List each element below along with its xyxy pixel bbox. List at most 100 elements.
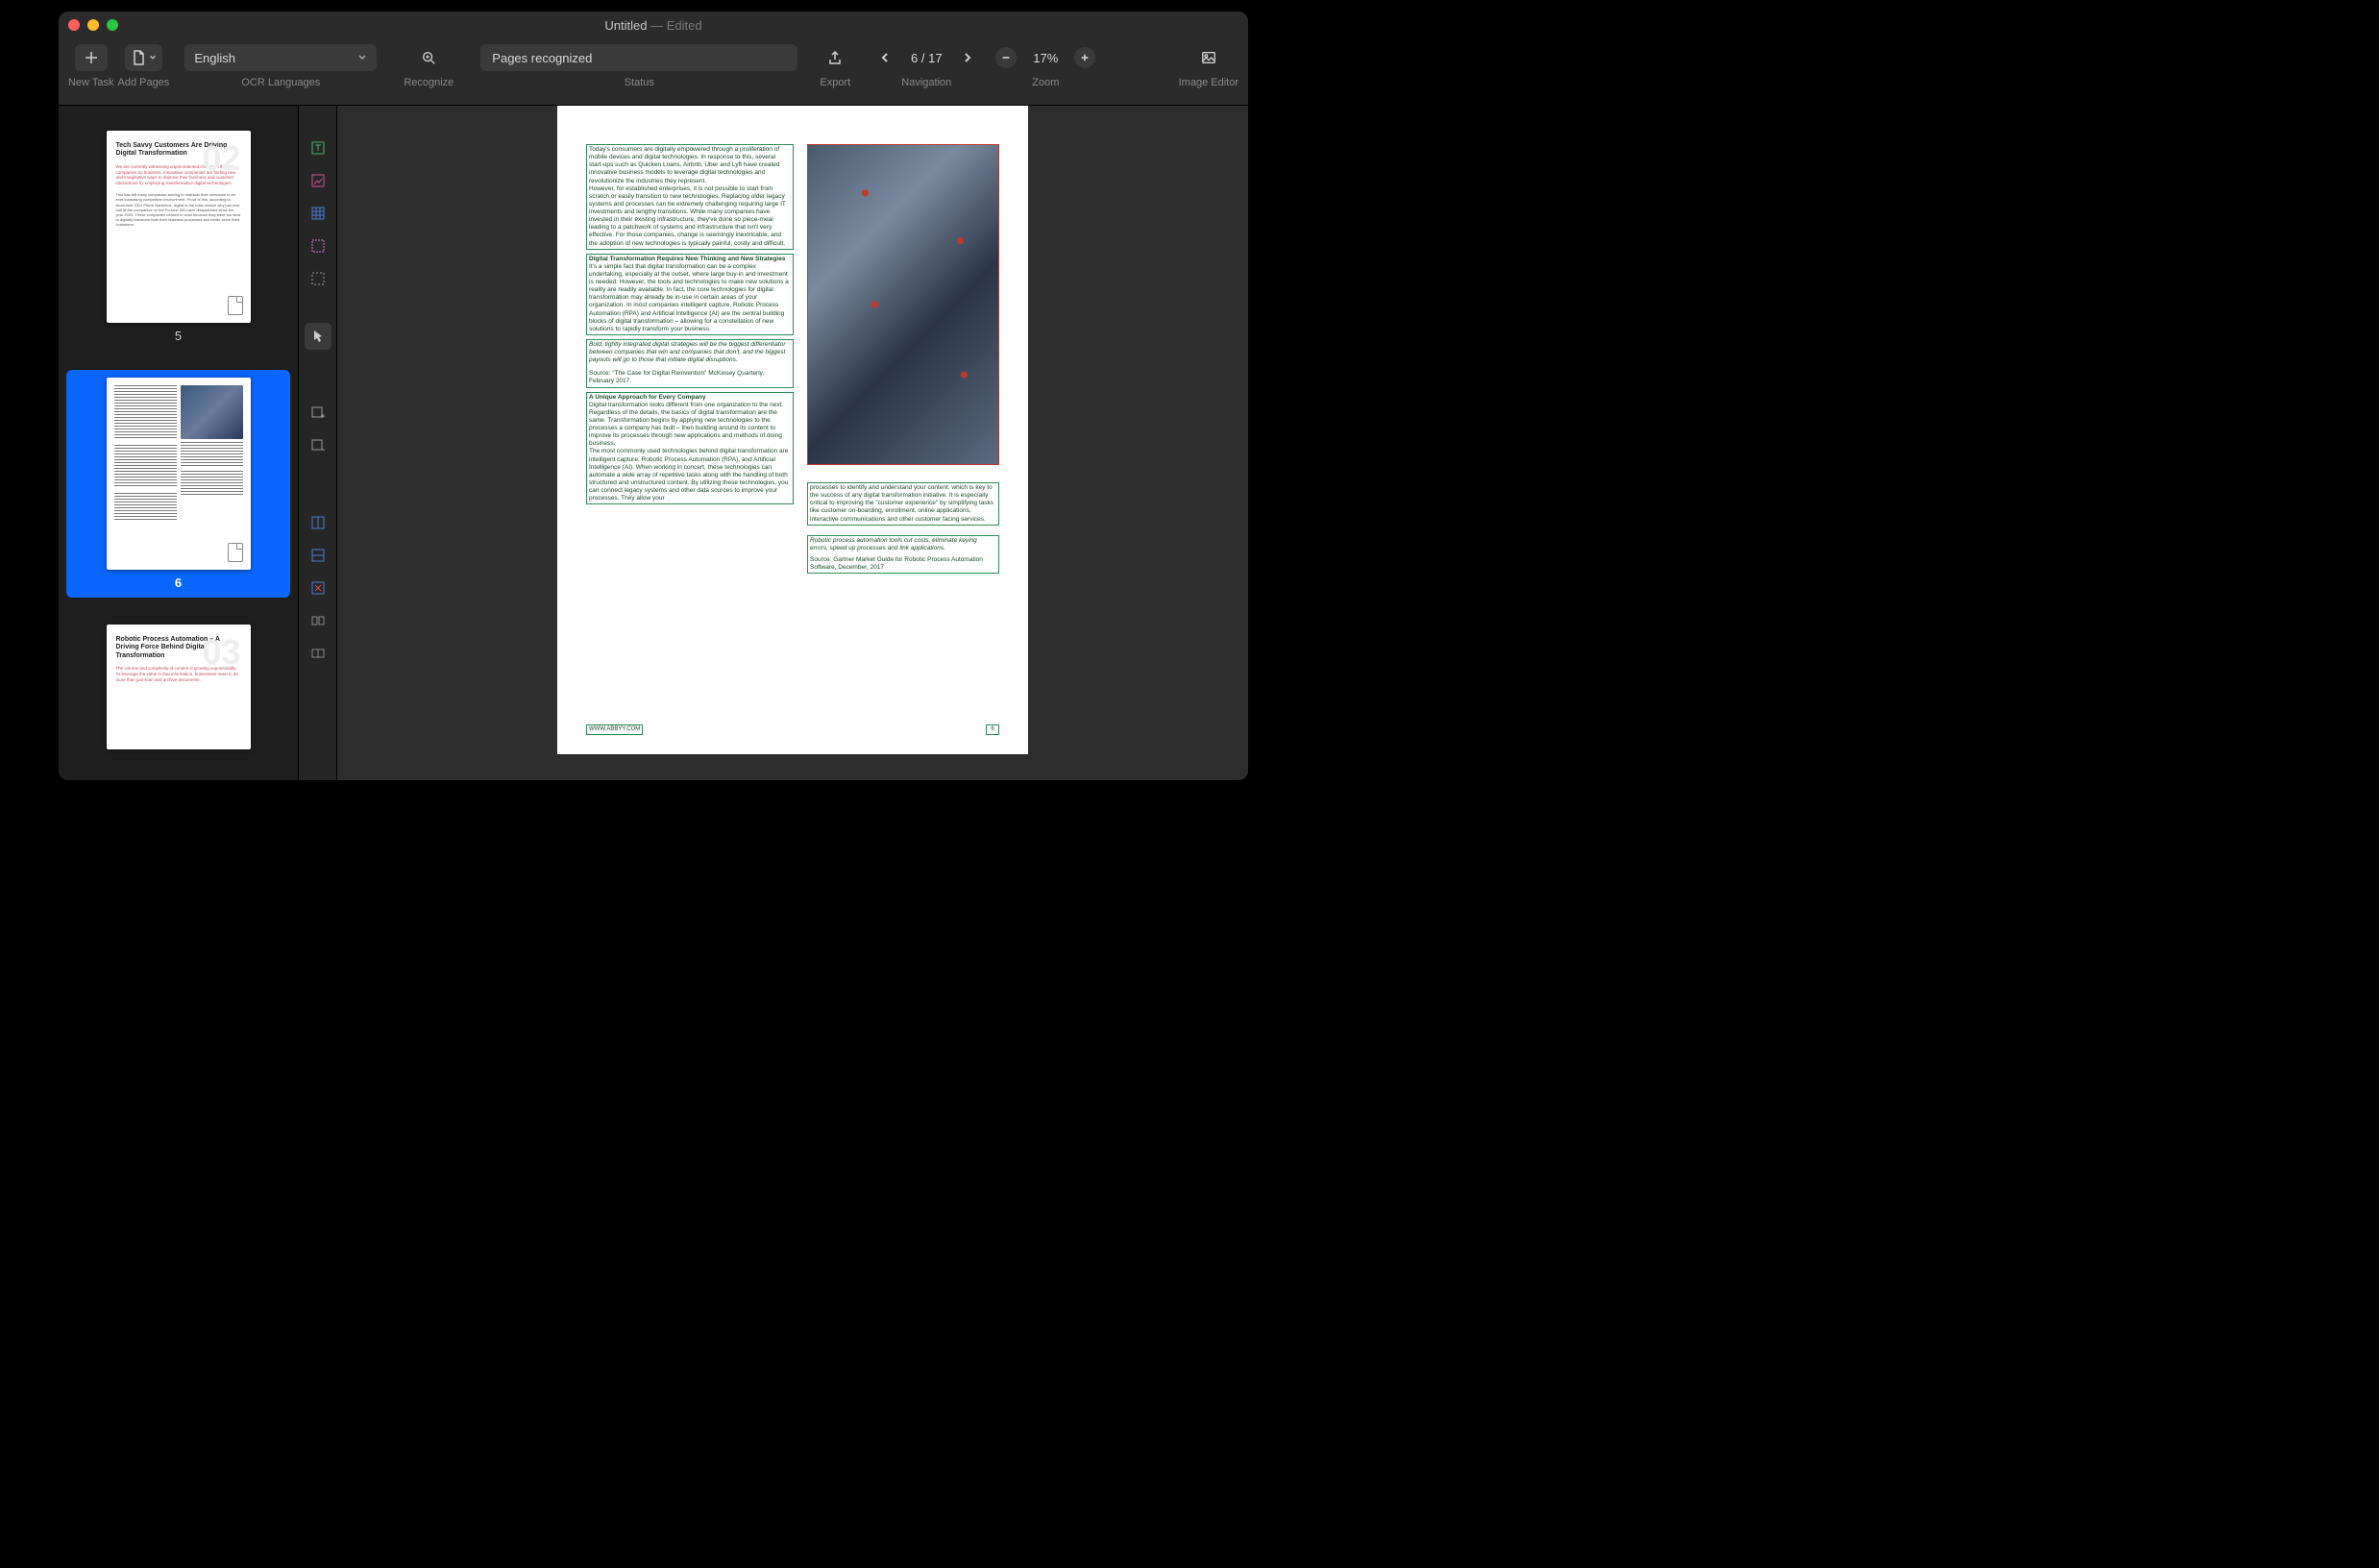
thumbnail-number: 5 <box>175 329 182 343</box>
new-task-label: New Task <box>68 77 113 88</box>
ocr-text-block[interactable]: Bold, tightly integrated digital strateg… <box>586 339 794 388</box>
add-vertical-separator-tool[interactable] <box>305 509 331 536</box>
close-window-button[interactable] <box>68 19 80 31</box>
remove-part-icon <box>310 438 326 453</box>
ocr-heading: A Unique Approach for Every Company <box>589 394 791 402</box>
text-area-tool[interactable] <box>305 135 331 161</box>
thumb-bignum: 02 <box>202 138 240 179</box>
ocr-source: Source: "The Case for Digital Reinventio… <box>589 370 764 384</box>
pointer-tool[interactable] <box>305 323 331 350</box>
add-pages-label: Add Pages <box>117 77 169 88</box>
ocr-source: Source: Gartner Market Guide for Robotic… <box>810 556 983 571</box>
export-button[interactable] <box>819 44 851 71</box>
thumbnail-7[interactable]: 03 Robotic Process Automation – A Drivin… <box>66 617 290 757</box>
titlebar: Untitled — Edited <box>59 12 1248 38</box>
ocr-language-value: English <box>194 51 235 65</box>
ocr-text-block[interactable]: processes to identify and understand you… <box>807 482 999 526</box>
zoom-label: Zoom <box>1032 77 1059 88</box>
chevron-left-icon <box>879 52 891 63</box>
table-area-icon <box>310 206 326 221</box>
ocr-text-block[interactable]: Digital Transformation Requires New Thin… <box>586 254 794 335</box>
export-icon <box>827 50 843 65</box>
thumb-image <box>181 385 243 439</box>
plus-icon <box>1080 53 1090 62</box>
recognition-area-tool[interactable] <box>305 233 331 259</box>
thumb-body: This has left many companies striving to… <box>116 192 241 227</box>
zoom-group: 17% Zoom <box>995 44 1095 88</box>
add-pages-button[interactable] <box>125 44 162 71</box>
ocr-language-select[interactable]: English <box>184 44 377 71</box>
window-controls <box>68 19 118 31</box>
add-area-part-tool[interactable] <box>305 400 331 427</box>
recognition-area-icon <box>310 238 326 254</box>
footer-url: WWW.ABBYY.COM <box>589 726 640 732</box>
remove-area-part-tool[interactable] <box>305 432 331 459</box>
maximize-window-button[interactable] <box>107 19 118 31</box>
picture-area-tool[interactable] <box>305 167 331 194</box>
navigation-group: 6 / 17 Navigation <box>872 44 980 88</box>
recognize-icon <box>421 50 436 65</box>
status-group: Pages recognized Status <box>480 44 797 88</box>
new-task-button[interactable] <box>75 44 108 71</box>
ocr-picture-block[interactable] <box>807 144 999 465</box>
delete-separator-tool[interactable] <box>305 575 331 601</box>
page-indicator[interactable]: 6 / 17 <box>905 51 947 65</box>
split-cells-tool[interactable] <box>305 640 331 667</box>
delete-separator-icon <box>310 580 326 596</box>
page-canvas[interactable]: Today's consumers are digitally empowere… <box>337 106 1248 780</box>
toolbar: New Task Add Pages English OCR Languages… <box>59 38 1248 106</box>
recognize-group: Recognize <box>404 44 454 88</box>
recognize-button[interactable] <box>412 44 445 71</box>
add-horizontal-separator-tool[interactable] <box>305 542 331 569</box>
export-label: Export <box>820 77 850 88</box>
thumbnail-5[interactable]: 02 Tech Savvy Customers Are Driving Digi… <box>66 123 290 351</box>
ocr-quote: Bold, tightly integrated digital strateg… <box>589 341 786 363</box>
zoom-value[interactable]: 17% <box>1024 51 1067 65</box>
app-window: Untitled — Edited New Task Add Pages Eng… <box>59 12 1248 780</box>
image-editor-button[interactable] <box>1192 44 1225 71</box>
picture-area-icon <box>310 173 326 188</box>
navigation-label: Navigation <box>901 77 951 88</box>
prev-page-button[interactable] <box>872 45 897 70</box>
background-area-tool[interactable] <box>305 265 331 292</box>
ocr-text: processes to identify and understand you… <box>810 484 993 523</box>
image-editor-group: Image Editor <box>1179 44 1239 88</box>
merge-cells-tool[interactable] <box>305 607 331 634</box>
page-view[interactable]: Today's consumers are digitally empowere… <box>557 106 1028 754</box>
document-type-icon <box>228 543 243 562</box>
ocr-text-block[interactable]: Robotic process automation tools cut cos… <box>807 535 999 575</box>
document-type-icon <box>228 296 243 315</box>
ocr-text: It's a simple fact that digital transfor… <box>589 263 789 332</box>
edited-indicator: — Edited <box>647 18 701 33</box>
image-icon <box>1201 50 1216 65</box>
thumbnail-number: 6 <box>175 576 182 590</box>
background-area-icon <box>310 271 326 286</box>
table-area-tool[interactable] <box>305 200 331 227</box>
ocr-text-block[interactable]: 6 <box>986 724 999 736</box>
next-page-button[interactable] <box>955 45 980 70</box>
zoom-in-button[interactable] <box>1074 47 1095 68</box>
chevron-down-icon <box>149 54 157 61</box>
document-icon <box>131 50 146 65</box>
thumbnail-page: 02 Tech Savvy Customers Are Driving Digi… <box>107 131 251 323</box>
minimize-window-button[interactable] <box>87 19 99 31</box>
chevron-right-icon <box>962 52 973 63</box>
page-footer: WWW.ABBYY.COM 6 <box>586 724 999 736</box>
status-value: Pages recognized <box>492 51 592 65</box>
pointer-icon <box>310 329 326 344</box>
thumbnail-6[interactable]: 6 <box>66 370 290 598</box>
ocr-text-block[interactable]: A Unique Approach for Every Company Digi… <box>586 392 794 505</box>
thumbnail-panel[interactable]: 02 Tech Savvy Customers Are Driving Digi… <box>59 106 299 780</box>
recognize-label: Recognize <box>404 77 454 88</box>
merge-cells-icon <box>310 613 326 628</box>
area-tools-strip <box>299 106 337 780</box>
status-label: Status <box>625 77 654 88</box>
zoom-out-button[interactable] <box>995 47 1017 68</box>
thumb-bignum: 03 <box>202 632 240 673</box>
vseparator-icon <box>310 515 326 530</box>
text-area-icon <box>310 140 326 156</box>
ocr-text-block[interactable]: Today's consumers are digitally empowere… <box>586 144 794 250</box>
ocr-text-block[interactable]: WWW.ABBYY.COM <box>586 724 643 736</box>
split-cells-icon <box>310 646 326 661</box>
window-title: Untitled — Edited <box>59 18 1248 33</box>
